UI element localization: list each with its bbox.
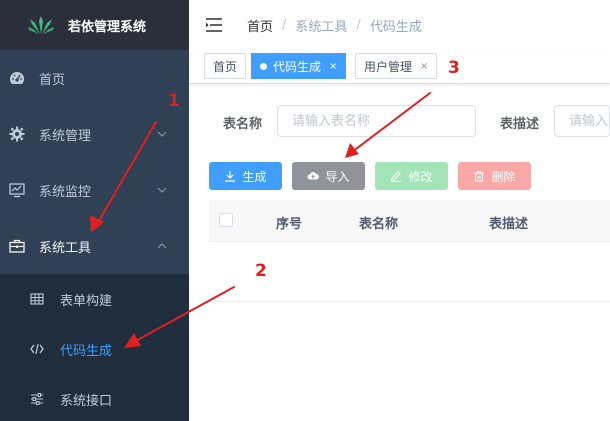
tags-view: 首页 代码生成 × 用户管理 × [189,50,610,84]
sidebar-item-label: 系统工具 [39,240,92,256]
tag-label: 代码生成 [273,59,322,74]
logo-icon [28,16,54,34]
edit-icon [391,171,402,182]
breadcrumb-separator: / [282,17,287,33]
table-desc-input[interactable] [554,105,610,137]
active-dot-icon [260,62,267,70]
sidebar-subitem-label: 表单构建 [60,293,113,309]
sidebar-item-label: 系统管理 [39,128,92,144]
annotation-number-2: 2 [255,261,267,281]
annotation-number-3: 3 [448,58,460,78]
tag-user-management[interactable]: 用户管理 × [355,53,438,79]
sidebar-subitem-system-api[interactable]: 系统接口 [0,374,189,421]
edit-button-label: 修改 [408,169,433,184]
tag-code-gen[interactable]: 代码生成 × [251,53,347,79]
generate-button-label: 生成 [242,169,267,184]
column-header-table-desc: 表描述 [489,217,529,232]
cloud-upload-icon [307,172,320,180]
import-button[interactable]: 导入 [292,162,365,190]
chevron-down-icon [157,187,167,193]
sidebar-subitem-label: 代码生成 [60,343,113,359]
sidebar: 若依管理系统 首页 系统管理 系统监控 系统工具 表单构建 代码生成 系统接口 [0,0,189,421]
sliders-icon [31,393,43,405]
chevron-up-icon [157,243,167,249]
toolbox-icon [9,239,25,253]
table-name-label: 表名称 [223,117,263,132]
tag-label: 首页 [213,59,238,74]
sidebar-subitem-label: 系统接口 [60,393,113,409]
sidebar-item-system-monitor[interactable]: 系统监控 [0,162,189,218]
table-header: 序号 表名称 表描述 [209,200,610,242]
download-icon [225,171,236,182]
dashboard-icon [9,72,25,84]
sidebar-subitem-code-gen[interactable]: 代码生成 [0,324,189,374]
annotation-number-1: 1 [168,91,180,111]
logo-bar[interactable]: 若依管理系统 [0,0,189,50]
sidebar-subitem-form-builder[interactable]: 表单构建 [0,274,189,324]
select-all-checkbox[interactable] [219,213,233,227]
hamburger-icon[interactable] [205,17,223,33]
table-body [209,242,610,302]
tag-label: 用户管理 [364,59,413,74]
edit-button[interactable]: 修改 [375,162,448,190]
sidebar-item-label: 系统监控 [39,184,92,200]
gear-icon [9,126,25,142]
annotation-arrowhead-3 [345,143,359,158]
sidebar-item-label: 首页 [39,72,66,88]
table-name-input[interactable] [277,105,476,137]
form-grid-icon [30,293,44,305]
monitor-icon [9,183,25,198]
breadcrumb-section: 系统工具 [295,19,348,35]
navbar: 首页 / 系统工具 / 代码生成 [189,0,610,50]
sidebar-item-system-tools[interactable]: 系统工具 [0,218,189,274]
table-desc-label: 表描述 [500,117,540,132]
app-title: 若依管理系统 [68,19,147,35]
trash-icon [474,170,484,182]
column-header-index: 序号 [276,217,303,232]
column-header-table-name: 表名称 [359,217,399,232]
close-icon[interactable]: × [420,61,428,72]
breadcrumb-current: 代码生成 [369,19,422,35]
import-button-label: 导入 [325,169,350,184]
breadcrumb-separator: / [356,17,361,33]
delete-button[interactable]: 删除 [458,162,531,190]
breadcrumb-home[interactable]: 首页 [247,16,273,35]
delete-button-label: 删除 [491,169,516,184]
close-icon[interactable]: × [329,61,337,72]
sidebar-item-system-admin[interactable]: 系统管理 [0,106,189,162]
sidebar-item-home[interactable]: 首页 [0,50,189,106]
chevron-down-icon [157,131,167,137]
app-root: 若依管理系统 首页 系统管理 系统监控 系统工具 表单构建 代码生成 系统接口 … [0,0,610,421]
generate-button[interactable]: 生成 [209,162,282,190]
code-icon [30,343,44,355]
tag-home[interactable]: 首页 [204,53,247,79]
